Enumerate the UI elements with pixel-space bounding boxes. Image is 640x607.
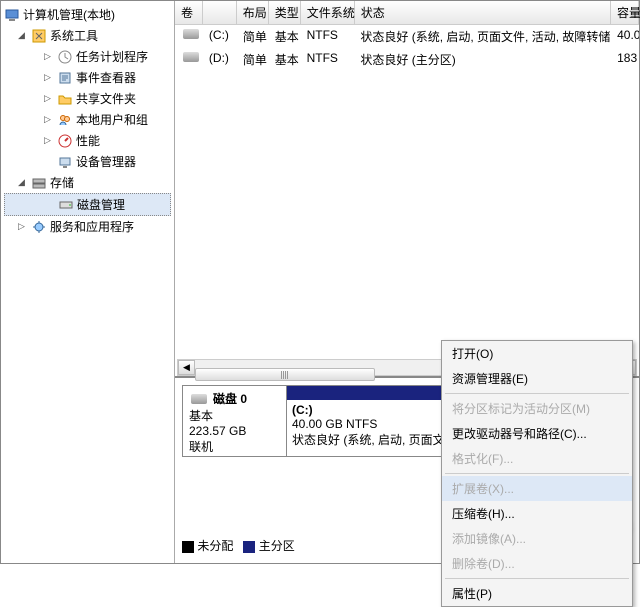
cell-fs: NTFS bbox=[301, 27, 355, 46]
ctx-mirror: 添加镜像(A)... bbox=[442, 526, 632, 551]
tree-group-storage[interactable]: ◢ 存储 bbox=[4, 172, 171, 193]
cell-cap: 183 bbox=[611, 50, 639, 69]
tree-item-perf[interactable]: ▷ 性能 bbox=[4, 130, 171, 151]
tree-label: 系统工具 bbox=[50, 27, 98, 44]
arrow-icon: ▷ bbox=[44, 51, 54, 62]
th-status[interactable]: 状态 bbox=[355, 1, 611, 24]
storage-icon bbox=[31, 175, 47, 191]
folder-icon bbox=[57, 91, 73, 107]
cell-status: 状态良好 (主分区) bbox=[354, 50, 611, 69]
services-icon bbox=[31, 219, 47, 235]
separator bbox=[445, 578, 629, 579]
tree-label: 磁盘管理 bbox=[77, 196, 125, 213]
tree-label: 存储 bbox=[50, 174, 74, 191]
disk-size: 223.57 GB bbox=[189, 424, 280, 438]
tree-label: 共享文件夹 bbox=[76, 90, 136, 107]
separator bbox=[445, 473, 629, 474]
th-cap[interactable]: 容量 bbox=[611, 1, 639, 24]
ctx-change-drive[interactable]: 更改驱动器号和路径(C)... bbox=[442, 421, 632, 446]
cell-cap: 40.0 bbox=[611, 27, 639, 46]
disk-online: 联机 bbox=[189, 438, 280, 455]
volume-table-body: (C:) 简单 基本 NTFS 状态良好 (系统, 启动, 页面文件, 活动, … bbox=[175, 25, 639, 71]
tree-group-tools[interactable]: ◢ 系统工具 bbox=[4, 25, 171, 46]
ctx-open[interactable]: 打开(O) bbox=[442, 341, 632, 366]
legend-primary: 主分区 bbox=[259, 539, 295, 553]
volume-icon bbox=[183, 52, 199, 62]
disk-type: 基本 bbox=[189, 407, 280, 424]
cell-fs: NTFS bbox=[301, 50, 355, 69]
th-vol[interactable]: 卷 bbox=[175, 1, 203, 24]
scheduler-icon bbox=[57, 49, 73, 65]
part-drive: (C:) bbox=[292, 403, 313, 417]
cell-type: 基本 bbox=[269, 50, 301, 69]
tree-item-diskmgmt[interactable]: 磁盘管理 bbox=[4, 193, 171, 216]
cell-layout: 简单 bbox=[237, 27, 269, 46]
th-fs[interactable]: 文件系统 bbox=[301, 1, 355, 24]
volume-icon bbox=[183, 29, 199, 39]
tree-label: 服务和应用程序 bbox=[50, 218, 134, 235]
legend-primary-box bbox=[243, 541, 255, 553]
table-row[interactable]: (D:) 简单 基本 NTFS 状态良好 (主分区) 183 bbox=[175, 48, 639, 71]
users-icon bbox=[57, 112, 73, 128]
arrow-icon: ▷ bbox=[18, 221, 28, 232]
context-menu: 打开(O) 资源管理器(E) 将分区标记为活动分区(M) 更改驱动器号和路径(C… bbox=[441, 340, 633, 607]
tree-item-scheduler[interactable]: ▷ 任务计划程序 bbox=[4, 46, 171, 67]
arrow-icon: ▷ bbox=[44, 135, 54, 146]
legend-unalloc: 未分配 bbox=[197, 539, 233, 553]
nav-tree: 计算机管理(本地) ◢ 系统工具 ▷ 任务计划程序 ▷ 事件查看器 ▷ 共享文件夹 ▷… bbox=[1, 1, 175, 563]
disk-info[interactable]: 磁盘 0 基本 223.57 GB 联机 bbox=[183, 386, 287, 456]
tree-item-shared[interactable]: ▷ 共享文件夹 bbox=[4, 88, 171, 109]
disk-name: 磁盘 0 bbox=[213, 390, 247, 407]
part-status: 状态良好 (系统, 启动, 页面文 bbox=[292, 433, 445, 447]
tree-label: 任务计划程序 bbox=[76, 48, 148, 65]
th-type[interactable]: 类型 bbox=[269, 1, 301, 24]
disk-icon bbox=[58, 197, 74, 213]
tree-label: 性能 bbox=[76, 132, 100, 149]
cell-layout: 简单 bbox=[237, 50, 269, 69]
scroll-left-button[interactable]: ◀ bbox=[178, 360, 195, 375]
arrow-icon: ▷ bbox=[44, 93, 54, 104]
ctx-explorer[interactable]: 资源管理器(E) bbox=[442, 366, 632, 391]
tree-group-services[interactable]: ▷ 服务和应用程序 bbox=[4, 216, 171, 237]
events-icon bbox=[57, 70, 73, 86]
device-icon bbox=[57, 154, 73, 170]
tree-item-events[interactable]: ▷ 事件查看器 bbox=[4, 67, 171, 88]
table-row[interactable]: (C:) 简单 基本 NTFS 状态良好 (系统, 启动, 页面文件, 活动, … bbox=[175, 25, 639, 48]
computer-icon bbox=[4, 7, 20, 23]
cell-drive: (C:) bbox=[203, 27, 237, 46]
part-size: 40.00 GB NTFS bbox=[292, 417, 377, 431]
tree-root[interactable]: 计算机管理(本地) bbox=[4, 4, 171, 25]
tools-icon bbox=[31, 28, 47, 44]
arrow-icon: ◢ bbox=[18, 177, 28, 188]
cell-status: 状态良好 (系统, 启动, 页面文件, 活动, 故障转储, 主分区) bbox=[354, 27, 611, 46]
legend-unalloc-box bbox=[182, 541, 194, 553]
tree-root-label: 计算机管理(本地) bbox=[23, 6, 115, 23]
scroll-thumb[interactable] bbox=[195, 368, 375, 381]
arrow-icon: ▷ bbox=[44, 72, 54, 83]
tree-label: 设备管理器 bbox=[76, 153, 136, 170]
ctx-mark-active: 将分区标记为活动分区(M) bbox=[442, 396, 632, 421]
cell-drive: (D:) bbox=[203, 50, 237, 69]
arrow-icon: ◢ bbox=[18, 30, 28, 41]
tree-label: 事件查看器 bbox=[76, 69, 136, 86]
ctx-props[interactable]: 属性(P) bbox=[442, 581, 632, 606]
perf-icon bbox=[57, 133, 73, 149]
separator bbox=[445, 393, 629, 394]
ctx-shrink[interactable]: 压缩卷(H)... bbox=[442, 501, 632, 526]
ctx-extend: 扩展卷(X)... bbox=[442, 476, 632, 501]
tree-label: 本地用户和组 bbox=[76, 111, 148, 128]
th-layout[interactable]: 布局 bbox=[237, 1, 269, 24]
tree-item-users[interactable]: ▷ 本地用户和组 bbox=[4, 109, 171, 130]
arrow-icon: ▷ bbox=[44, 114, 54, 125]
disk-icon bbox=[191, 394, 207, 404]
tree-item-devmgr[interactable]: 设备管理器 bbox=[4, 151, 171, 172]
volume-table-header: 卷 布局 类型 文件系统 状态 容量 bbox=[175, 1, 639, 25]
cell-type: 基本 bbox=[269, 27, 301, 46]
th-empty[interactable] bbox=[203, 1, 237, 24]
ctx-format: 格式化(F)... bbox=[442, 446, 632, 471]
